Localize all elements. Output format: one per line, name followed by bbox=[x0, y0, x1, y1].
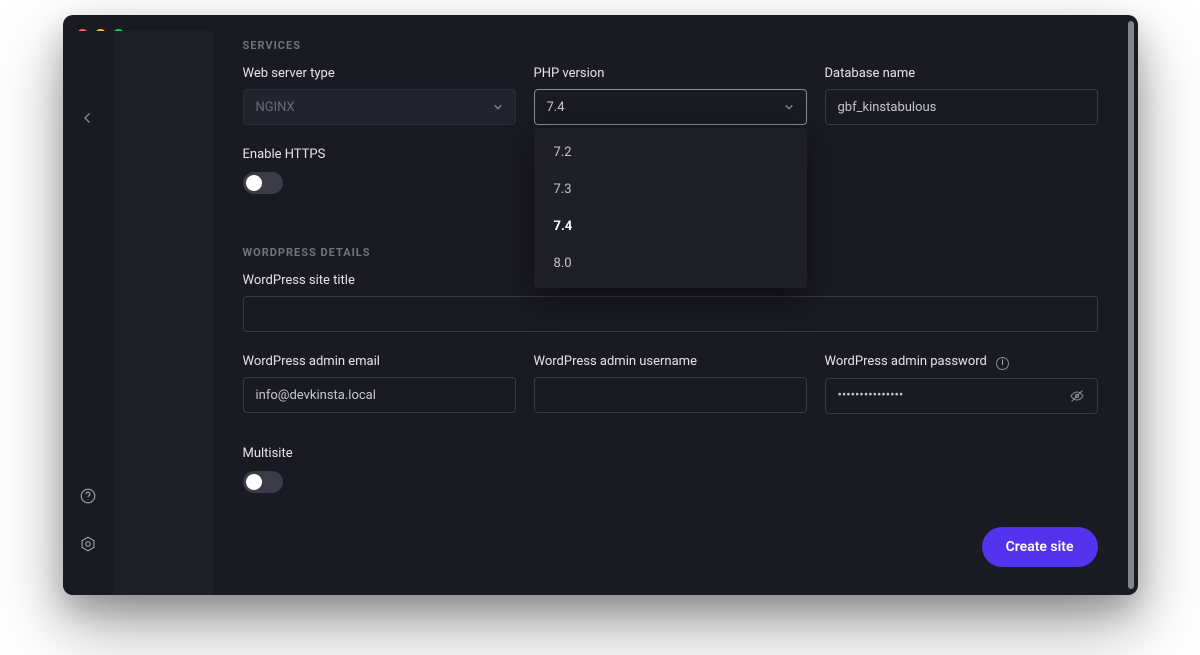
multisite-label: Multisite bbox=[243, 446, 1098, 461]
mac-titlebar bbox=[63, 15, 1138, 31]
php-option[interactable]: 7.2 bbox=[534, 134, 807, 171]
php-version-label: PHP version bbox=[534, 66, 807, 81]
admin-username-input[interactable] bbox=[534, 377, 807, 413]
form-content: SERVICES Web server type NGINX PHP versi… bbox=[213, 31, 1138, 595]
admin-password-masked: ••••••••••••••• bbox=[838, 388, 904, 403]
secondary-sidebar bbox=[113, 31, 213, 595]
password-help-icon[interactable]: i bbox=[996, 357, 1009, 370]
app-window: SERVICES Web server type NGINX PHP versi… bbox=[63, 15, 1138, 595]
web-server-select[interactable]: NGINX bbox=[243, 89, 516, 125]
php-version-dropdown: 7.2 7.3 7.4 8.0 bbox=[534, 128, 807, 288]
chevron-down-icon bbox=[493, 102, 503, 112]
body-area: SERVICES Web server type NGINX PHP versi… bbox=[63, 31, 1138, 595]
site-title-input[interactable] bbox=[243, 296, 1098, 332]
chevron-down-icon bbox=[784, 102, 794, 112]
web-server-label: Web server type bbox=[243, 66, 516, 81]
left-nav bbox=[63, 31, 113, 595]
enable-https-toggle[interactable] bbox=[243, 172, 283, 194]
php-option[interactable]: 8.0 bbox=[534, 245, 807, 282]
admin-email-value: info@devkinsta.local bbox=[256, 388, 376, 403]
php-version-select[interactable]: 7.4 bbox=[534, 89, 807, 125]
create-site-button[interactable]: Create site bbox=[982, 527, 1098, 567]
database-name-input[interactable]: gbf_kinstabulous bbox=[825, 89, 1098, 125]
php-version-value: 7.4 bbox=[547, 100, 565, 115]
admin-email-label: WordPress admin email bbox=[243, 354, 516, 369]
admin-password-label: WordPress admin password i bbox=[825, 354, 1098, 370]
settings-gear-icon[interactable] bbox=[79, 535, 97, 553]
admin-email-input[interactable]: info@devkinsta.local bbox=[243, 377, 516, 413]
admin-username-label: WordPress admin username bbox=[534, 354, 807, 369]
database-name-value: gbf_kinstabulous bbox=[838, 100, 937, 115]
services-header: SERVICES bbox=[243, 39, 1098, 52]
multisite-toggle[interactable] bbox=[243, 471, 283, 493]
database-name-label: Database name bbox=[825, 66, 1098, 81]
php-option-selected[interactable]: 7.4 bbox=[534, 208, 807, 245]
admin-password-input[interactable]: ••••••••••••••• bbox=[825, 378, 1098, 414]
scrollbar-icon[interactable] bbox=[1128, 31, 1134, 589]
back-arrow-icon[interactable] bbox=[79, 109, 97, 127]
help-icon[interactable] bbox=[79, 487, 97, 505]
web-server-value: NGINX bbox=[256, 100, 295, 115]
eye-off-icon[interactable] bbox=[1069, 388, 1085, 404]
php-option[interactable]: 7.3 bbox=[534, 171, 807, 208]
